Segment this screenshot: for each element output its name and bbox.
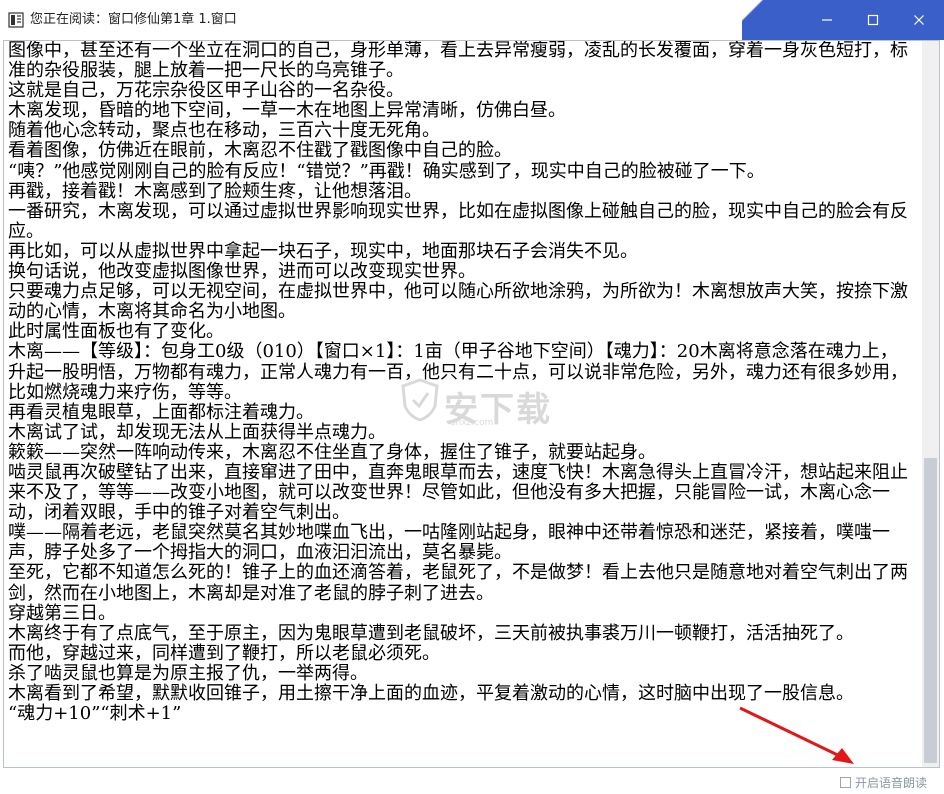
tts-label: 开启语音朗读 xyxy=(855,776,928,790)
paragraph: 只要魂力点足够，可以无视空间，在虚拟世界中，他可以随心所欲地涂鸦，为所欲为！木离… xyxy=(8,281,908,323)
minimize-button[interactable] xyxy=(804,0,850,40)
paragraph: 随着他心念转动，聚点也在移动，三百六十度无死角。 xyxy=(8,120,440,142)
scrollbar-thumb[interactable] xyxy=(924,458,937,763)
paragraph: 木离看到了希望，默默收回锥子，用土擦干净上面的血迹，平复着激动的心情，这时脑中出… xyxy=(8,683,854,704)
close-button[interactable] xyxy=(896,0,942,40)
window-title: 您正在阅读：窗口修仙第1章 1.窗口 xyxy=(30,12,237,27)
tts-toggle[interactable]: 开启语音朗读 xyxy=(840,774,927,791)
paragraph: 至死，它都不知道怎么死的！锥子上的血还滴答着，老鼠死了，不是做梦！看上去他只是随… xyxy=(8,562,908,604)
paragraph: 这就是自己，万花宗杂役区甲子山谷的一名杂役。 xyxy=(8,80,404,102)
paragraph: 图像中，甚至还有一个坐立在洞口的自己，身形单薄，看上去异常瘦弱，凌乱的长发覆面，… xyxy=(8,40,908,82)
chapter-text: 图像中，甚至还有一个坐立在洞口的自己，身形单薄，看上去异常瘦弱，凌乱的长发覆面，… xyxy=(8,41,913,724)
paragraph: 再看灵植鬼眼草，上面都标注着魂力。 xyxy=(8,401,314,423)
status-bar xyxy=(0,768,944,794)
paragraph: 换句话说，他改变虚拟图像世界，进而可以改变现实世界。 xyxy=(8,261,476,283)
paragraph: 再比如，可以从虚拟世界中拿起一块石子，现实中，地面那块石子会消失不见。 xyxy=(8,240,638,262)
maximize-button[interactable] xyxy=(850,0,896,40)
paragraph: 簌簌——突然一阵响动传来，木离忍不住坐直了身体，握住了锥子，就要站起身。 xyxy=(8,441,656,463)
book-icon xyxy=(8,12,24,28)
paragraph: 木离——【等级】：包身工0级（010）【窗口×1】：1亩（甲子谷地下空间）【魂力… xyxy=(8,341,908,403)
paragraph: 此时属性面板也有了变化。 xyxy=(8,321,224,343)
title-bar: 您正在阅读：窗口修仙第1章 1.窗口 xyxy=(0,0,944,40)
paragraph: 杀了啮灵鼠也算是为原主报了仇，一举两得。 xyxy=(8,662,368,684)
paragraph: 啮灵鼠再次破壁钻了出来，直接窜进了田中，直奔鬼眼草而去，速度飞快！木离急得头上直… xyxy=(8,461,908,524)
maximize-icon xyxy=(867,14,879,26)
paragraph: 木离试了试，却发现无法从上面获得半点魂力。 xyxy=(8,421,386,443)
paragraph: “咦？”他感觉刚刚自己的脸有反应！“错觉？”再戳！确实感到了，现实中自己的脸被碰… xyxy=(8,160,765,182)
paragraph: 木离终于有了点底气，至于原主，因为鬼眼草遭到老鼠破坏，三天前被执事裘万川一顿鞭打… xyxy=(8,622,854,644)
paragraph: 木离发现，昏暗的地下空间，一草一木在地图上异常清晰，仿佛白昼。 xyxy=(8,100,566,122)
paragraph: 穿越第三日。 xyxy=(8,602,116,624)
paragraph: 看着图像，仿佛近在眼前，木离忍不住戳了戳图像中自己的脸。 xyxy=(8,140,512,162)
paragraph: 一番研究，木离发现，可以通过虚拟世界影响现实世界，比如在虚拟图像上碰触自己的脸，… xyxy=(8,200,908,242)
close-icon xyxy=(914,15,924,25)
minimize-icon xyxy=(822,19,832,21)
tts-checkbox[interactable] xyxy=(840,777,851,788)
paragraph: 而他，穿越过来，同样遭到了鞭打，所以老鼠必须死。 xyxy=(8,642,440,664)
vertical-scrollbar[interactable] xyxy=(922,41,939,767)
paragraph: 噗——隔着老远，老鼠突然莫名其妙地喋血飞出，一咕隆刚站起身，眼神中还带着惊恐和迷… xyxy=(8,522,890,564)
paragraph: 再戳，接着戳！木离感到了脸颊生疼，让他想落泪。 xyxy=(8,180,422,202)
reader-pane[interactable]: 图像中，甚至还有一个坐立在洞口的自己，身形单薄，看上去异常瘦弱，凌乱的长发覆面，… xyxy=(3,40,940,768)
paragraph: “魂力+10”“刺术+1” xyxy=(8,703,182,725)
